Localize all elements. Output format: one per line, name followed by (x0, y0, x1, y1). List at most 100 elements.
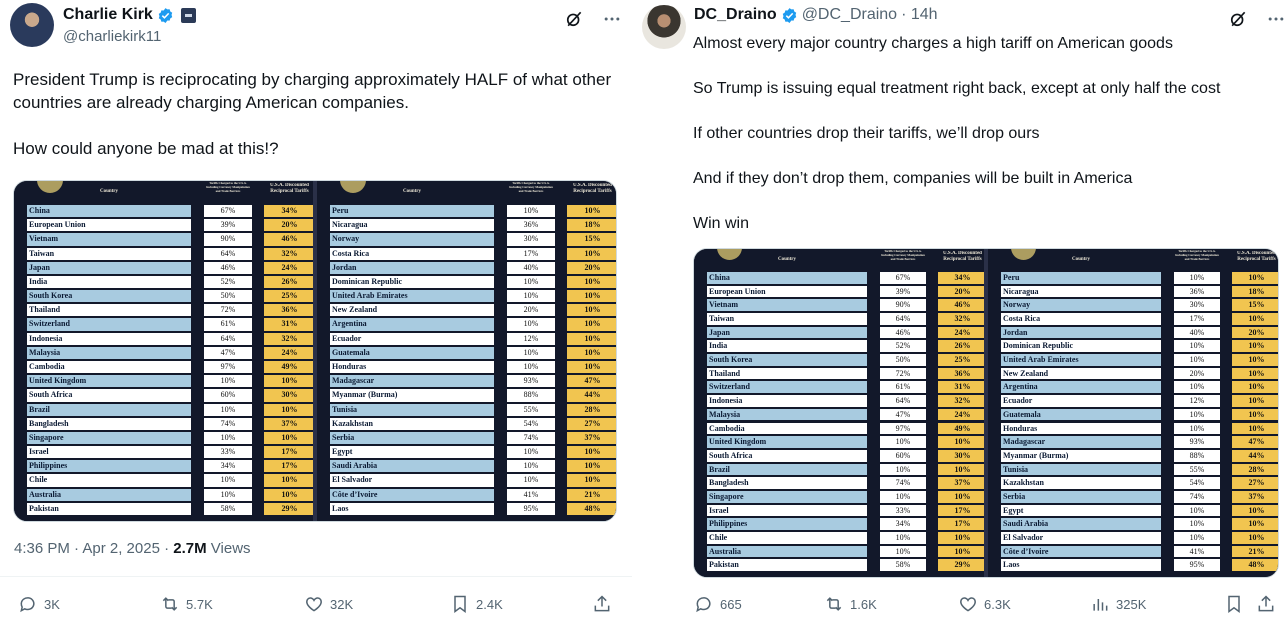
table-cell-discounted: 36% (264, 304, 315, 317)
repost-button[interactable]: 5.7K (160, 594, 213, 614)
table-cell-discounted: 48% (567, 502, 616, 515)
table-cell-discounted: 21% (567, 488, 616, 501)
table-cell-discounted: 10% (938, 545, 987, 558)
table-cell-charged: 10% (1174, 518, 1220, 530)
table-cell-country: Nicaragua (1001, 285, 1161, 298)
table-cell-discounted: 20% (567, 261, 616, 274)
tweet-age[interactable]: · 14h (901, 6, 937, 24)
reply-icon (20, 597, 35, 613)
table-cell-discounted: 10% (1232, 531, 1278, 544)
table-cell-discounted: 10% (264, 403, 315, 416)
reply-count: 665 (720, 596, 742, 612)
views-button[interactable]: 325K (1090, 594, 1146, 614)
table-cell-country: Egypt (1001, 504, 1161, 517)
like-count: 6.3K (984, 596, 1011, 612)
avatar[interactable] (10, 3, 54, 47)
table-cell-charged: 10% (1174, 272, 1220, 284)
table-cell-country: European Union (27, 219, 191, 232)
column-header-country: Country (777, 257, 797, 262)
tariff-table-image[interactable]: Country Tariffs Charged to the U.S.A. Inc… (13, 180, 617, 522)
heart-icon (960, 597, 976, 612)
table-cell-charged: 40% (1174, 326, 1220, 339)
more-options-icon[interactable] (1266, 9, 1286, 29)
table-cell-country: Jordan (1001, 326, 1161, 339)
table-cell-charged: 10% (507, 318, 555, 331)
grok-icon[interactable] (564, 9, 584, 29)
like-button[interactable]: 6.3K (958, 594, 1011, 614)
reply-button[interactable]: 665 (694, 594, 742, 614)
table-cell-country: Cambodia (27, 361, 191, 374)
avatar[interactable] (642, 5, 686, 49)
table-cell-country: Costa Rica (1001, 313, 1161, 325)
table-cell-discounted: 31% (264, 318, 315, 331)
table-cell-country: Malaysia (707, 408, 867, 421)
table-cell-country: Chile (27, 474, 191, 487)
like-button[interactable]: 32K (304, 594, 353, 614)
table-cell-charged: 54% (507, 417, 555, 430)
table-cell-country: Egypt (330, 446, 494, 459)
table-cell-charged: 97% (880, 422, 926, 435)
table-cell-charged: 47% (204, 346, 252, 359)
table-cell-discounted: 10% (264, 474, 315, 487)
table-cell-discounted: 10% (1232, 340, 1278, 353)
table-cell-country: United Arab Emirates (330, 290, 494, 303)
table-cell-charged: 95% (507, 502, 555, 515)
table-cell-charged: 17% (507, 247, 555, 260)
table-cell-charged: 88% (1174, 449, 1220, 462)
bookmark-icon (1228, 595, 1240, 613)
table-cell-charged: 20% (1174, 367, 1220, 380)
table-cell-charged: 47% (880, 408, 926, 421)
table-cell-charged: 10% (507, 460, 555, 473)
table-cell-discounted: 34% (264, 205, 315, 218)
views-count: 325K (1116, 596, 1147, 612)
author-handle[interactable]: @charliekirk11 (63, 28, 161, 45)
table-cell-charged: 88% (507, 389, 555, 402)
table-cell-charged: 41% (507, 488, 555, 501)
table-cell-discounted: 32% (264, 247, 315, 260)
share-button[interactable] (592, 594, 612, 614)
table-cell-charged: 74% (880, 477, 926, 489)
column-header-charged: Tariffs Charged to the U.S.A. Including … (206, 181, 250, 193)
table-cell-discounted: 21% (1232, 545, 1278, 558)
table-cell-country: India (27, 275, 191, 289)
table-cell-country: Kazakhstan (1001, 477, 1161, 489)
tweet-paragraph: Win win (693, 215, 750, 232)
table-cell-charged: 36% (507, 219, 555, 232)
reply-button[interactable]: 3K (18, 594, 60, 614)
author-handle[interactable]: @DC_Draino (802, 6, 897, 24)
table-cell-charged: 40% (507, 261, 555, 274)
table-cell-country: Brazil (707, 463, 867, 476)
table-cell-charged: 90% (880, 299, 926, 312)
table-cell-country: Bangladesh (27, 417, 191, 430)
table-cell-charged: 64% (204, 247, 252, 260)
table-cell-discounted: 26% (264, 275, 315, 289)
bookmark-button[interactable]: 2.4K (450, 594, 503, 614)
table-cell-discounted: 20% (1232, 326, 1278, 339)
column-header-country: Country (99, 189, 119, 194)
repost-button[interactable]: 1.6K (824, 594, 877, 614)
table-cell-charged: 10% (1174, 422, 1220, 435)
author-name[interactable]: DC_Draino (694, 6, 777, 24)
table-cell-charged: 10% (1174, 531, 1220, 544)
tariff-table-image[interactable]: Country Tariffs Charged to the U.S.A. Inc… (693, 248, 1279, 578)
heart-icon (306, 597, 322, 612)
table-cell-charged: 10% (507, 275, 555, 289)
table-cell-country: China (707, 272, 867, 284)
grok-icon[interactable] (1228, 9, 1248, 29)
table-cell-charged: 10% (204, 431, 252, 445)
table-cell-charged: 12% (507, 332, 555, 345)
author-name[interactable]: Charlie Kirk (63, 6, 153, 24)
repost-icon (162, 597, 178, 611)
table-cell-country: Japan (707, 326, 867, 339)
tweet-timestamp[interactable]: 4:36 PM · Apr 2, 2025 · 2.7M Views (14, 540, 251, 557)
bookmark-button[interactable] (1224, 594, 1244, 614)
table-cell-charged: 10% (204, 488, 252, 501)
table-cell-country: Vietnam (27, 233, 191, 246)
more-options-icon[interactable] (602, 9, 622, 29)
affiliate-badge-icon (180, 7, 196, 23)
table-half-right: Country Tariffs Charged to the U.S.A. Inc… (317, 181, 616, 521)
table-cell-country: Singapore (27, 431, 191, 445)
table-cell-charged: 10% (204, 474, 252, 487)
share-button[interactable] (1256, 594, 1276, 614)
table-cell-discounted: 15% (567, 233, 616, 246)
